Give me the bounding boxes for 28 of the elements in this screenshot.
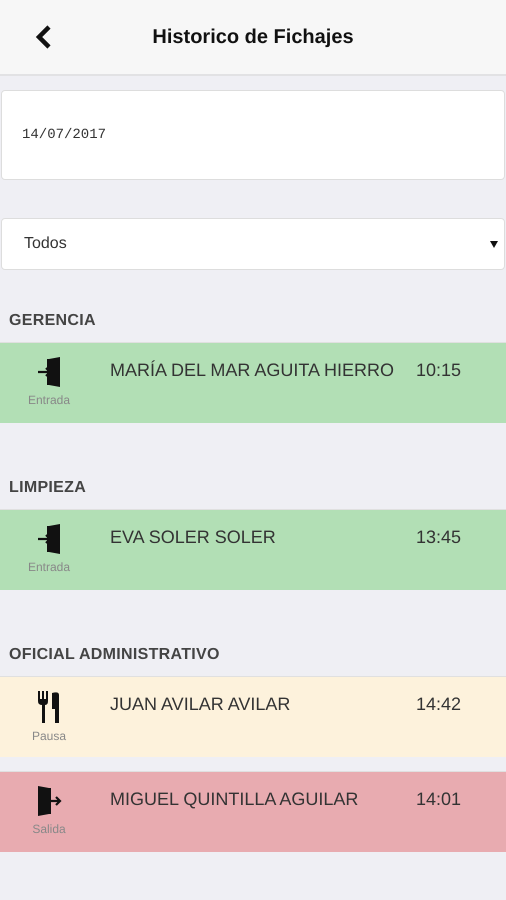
back-button[interactable]: [34, 24, 52, 50]
time-text: 10:15: [416, 359, 462, 382]
door-exit-icon: [36, 786, 62, 816]
type-label: Pausa: [32, 729, 66, 743]
date-field[interactable]: 14/07/2017: [1, 90, 505, 180]
attendance-row[interactable]: Entrada MARÍA DEL MAR AGUITA HIERRO 10:15: [0, 342, 506, 423]
time-text: 14:42: [416, 693, 462, 716]
caret-icon: [490, 240, 498, 248]
employee-name: MARÍA DEL MAR AGUITA HIERRO: [110, 359, 396, 382]
screen-title: Historico de Fichajes: [152, 26, 354, 48]
employee-name: MIGUEL QUINTILLA AGUILAR: [110, 788, 360, 811]
employee-name: EVA SOLER SOLER: [110, 526, 277, 549]
type-label: Entrada: [28, 393, 70, 407]
type-label: Salida: [32, 822, 66, 836]
attendance-row[interactable]: Entrada EVA SOLER SOLER 13:45: [0, 509, 506, 590]
time-text: 13:45: [416, 526, 462, 549]
door-entry-icon: [36, 357, 62, 387]
attendance-row[interactable]: Pausa JUAN AVILAR AVILAR 14:42: [0, 676, 506, 757]
door-entry-icon: [36, 524, 62, 554]
section-header: LIMPIEZA: [8, 478, 88, 498]
filter-dropdown[interactable]: Todos: [1, 218, 505, 270]
section-header: OFICIAL ADMINISTRATIVO: [8, 645, 221, 665]
employee-name: JUAN AVILAR AVILAR: [110, 693, 292, 716]
time-text: 14:01: [416, 788, 462, 811]
section-header: GERENCIA: [8, 311, 97, 331]
attendance-row[interactable]: Salida MIGUEL QUINTILLA AGUILAR 14:01: [0, 771, 506, 852]
fork-knife-icon: [37, 691, 61, 723]
type-label: Entrada: [28, 560, 70, 574]
